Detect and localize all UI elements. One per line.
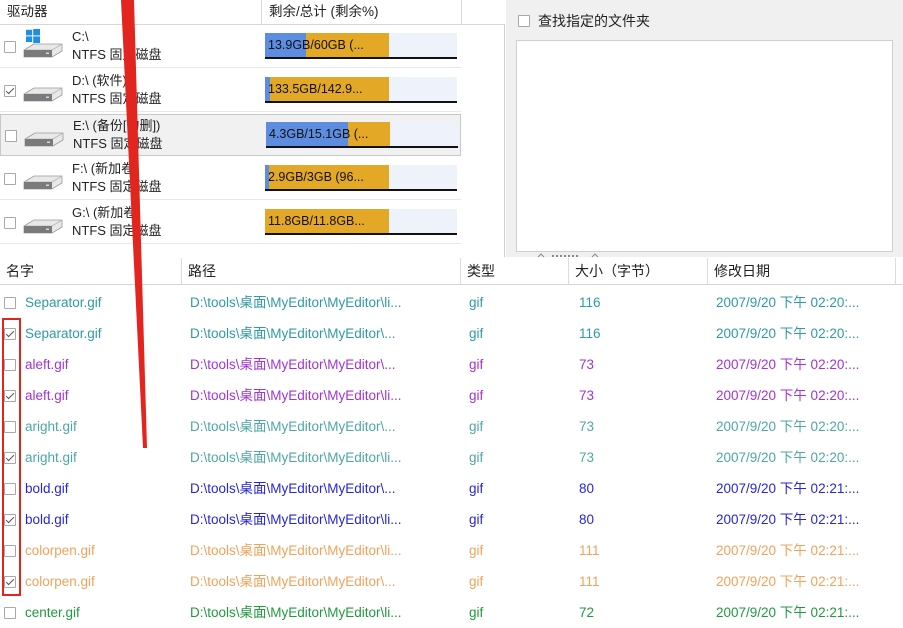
find-folder-checkbox[interactable] [518, 15, 530, 27]
file-date: 2007/9/20 下午 02:21:... [716, 543, 860, 558]
file-path: D:\tools\桌面\MyEditor\MyEditor\... [190, 357, 396, 372]
drive-space-bar: 2.9GB/3GB (96... [265, 165, 457, 191]
file-size: 80 [579, 481, 595, 496]
drive-space-label: 13.9GB/60GB (... [268, 38, 364, 52]
file-type: gif [469, 419, 484, 434]
drive-space-bar: 11.8GB/11.8GB... [265, 209, 457, 235]
file-size: 73 [579, 419, 595, 434]
file-size: 111 [579, 574, 600, 589]
file-date: 2007/9/20 下午 02:20:... [716, 388, 860, 403]
folder-list-box[interactable] [516, 40, 893, 252]
file-date: 2007/9/20 下午 02:20:... [716, 450, 860, 465]
file-size: 73 [579, 357, 595, 372]
annotation-highlight-box [2, 318, 21, 596]
file-date: 2007/9/20 下午 02:21:... [716, 481, 860, 496]
file-date: 2007/9/20 下午 02:21:... [716, 574, 860, 589]
column-header-size[interactable]: 大小（字节） [569, 258, 708, 285]
file-size: 111 [579, 543, 600, 558]
file-type: gif [469, 388, 484, 403]
file-name: colorpen.gif [25, 574, 95, 589]
file-type: gif [469, 481, 484, 496]
file-size: 72 [579, 605, 595, 620]
file-date: 2007/9/20 下午 02:20:... [716, 419, 860, 434]
drive-space-label: 11.8GB/11.8GB... [268, 214, 365, 228]
table-row[interactable]: center.gif D:\tools\桌面\MyEditor\MyEditor\… [0, 597, 903, 628]
column-header-path[interactable]: 路径 [182, 258, 461, 285]
drive-space-label: 4.3GB/15.1GB (... [269, 127, 369, 141]
file-name: bold.gif [25, 481, 69, 496]
annotation-arrow [121, 0, 147, 448]
find-folder-label: 查找指定的文件夹 [538, 13, 650, 29]
file-date: 2007/9/20 下午 02:21:... [716, 512, 860, 527]
file-name: colorpen.gif [25, 543, 95, 558]
file-checkbox[interactable] [4, 607, 16, 619]
file-date: 2007/9/20 下午 02:20:... [716, 357, 860, 372]
drive-space-bar: 133.5GB/142.9... [265, 77, 457, 103]
file-size: 73 [579, 388, 595, 403]
file-path: D:\tools\桌面\MyEditor\MyEditor\li... [190, 512, 402, 527]
file-path: D:\tools\桌面\MyEditor\MyEditor\li... [190, 543, 402, 558]
table-row[interactable]: colorpen.gif D:\tools\桌面\MyEditor\MyEdito… [0, 535, 903, 566]
file-name: bold.gif [25, 512, 69, 527]
file-date: 2007/9/20 下午 02:20:... [716, 326, 860, 341]
file-path: D:\tools\桌面\MyEditor\MyEditor\... [190, 481, 396, 496]
file-type: gif [469, 450, 484, 465]
find-folder-option[interactable]: 查找指定的文件夹 [518, 12, 650, 30]
table-row[interactable]: bold.gif D:\tools\桌面\MyEditor\MyEditor\..… [0, 473, 903, 504]
file-size: 73 [579, 450, 595, 465]
file-path: D:\tools\桌面\MyEditor\MyEditor\li... [190, 295, 402, 310]
file-type: gif [469, 605, 484, 620]
drive-space-bar: 13.9GB/60GB (... [265, 33, 457, 59]
drive-space-label: 2.9GB/3GB (96... [268, 170, 364, 184]
file-path: D:\tools\桌面\MyEditor\MyEditor\... [190, 574, 396, 589]
file-path: D:\tools\桌面\MyEditor\MyEditor\li... [190, 605, 402, 620]
folder-filter-panel: 查找指定的文件夹 [506, 0, 903, 257]
file-type: gif [469, 295, 484, 310]
drive-space-bar: 4.3GB/15.1GB (... [266, 122, 458, 148]
table-row[interactable]: colorpen.gif D:\tools\桌面\MyEditor\MyEdito… [0, 566, 903, 597]
file-size: 80 [579, 512, 595, 527]
file-path: D:\tools\桌面\MyEditor\MyEditor\li... [190, 388, 402, 403]
file-path: D:\tools\桌面\MyEditor\MyEditor\... [190, 326, 396, 341]
file-size: 116 [579, 295, 601, 310]
column-header-space[interactable]: 剩余/总计 (剩余%) [262, 0, 462, 25]
column-header-date[interactable]: 修改日期 [708, 258, 896, 285]
file-path: D:\tools\桌面\MyEditor\MyEditor\li... [190, 450, 402, 465]
file-type: gif [469, 574, 484, 589]
file-path: D:\tools\桌面\MyEditor\MyEditor\... [190, 419, 396, 434]
file-type: gif [469, 357, 484, 372]
file-type: gif [469, 512, 484, 527]
file-type: gif [469, 543, 484, 558]
file-date: 2007/9/20 下午 02:20:... [716, 295, 860, 310]
table-row[interactable]: bold.gif D:\tools\桌面\MyEditor\MyEditor\li… [0, 504, 903, 535]
file-name: center.gif [25, 605, 80, 620]
column-header-type[interactable]: 类型 [461, 258, 569, 285]
drive-space-label: 133.5GB/142.9... [268, 82, 363, 96]
file-size: 116 [579, 326, 601, 341]
file-type: gif [469, 326, 484, 341]
file-date: 2007/9/20 下午 02:21:... [716, 605, 860, 620]
